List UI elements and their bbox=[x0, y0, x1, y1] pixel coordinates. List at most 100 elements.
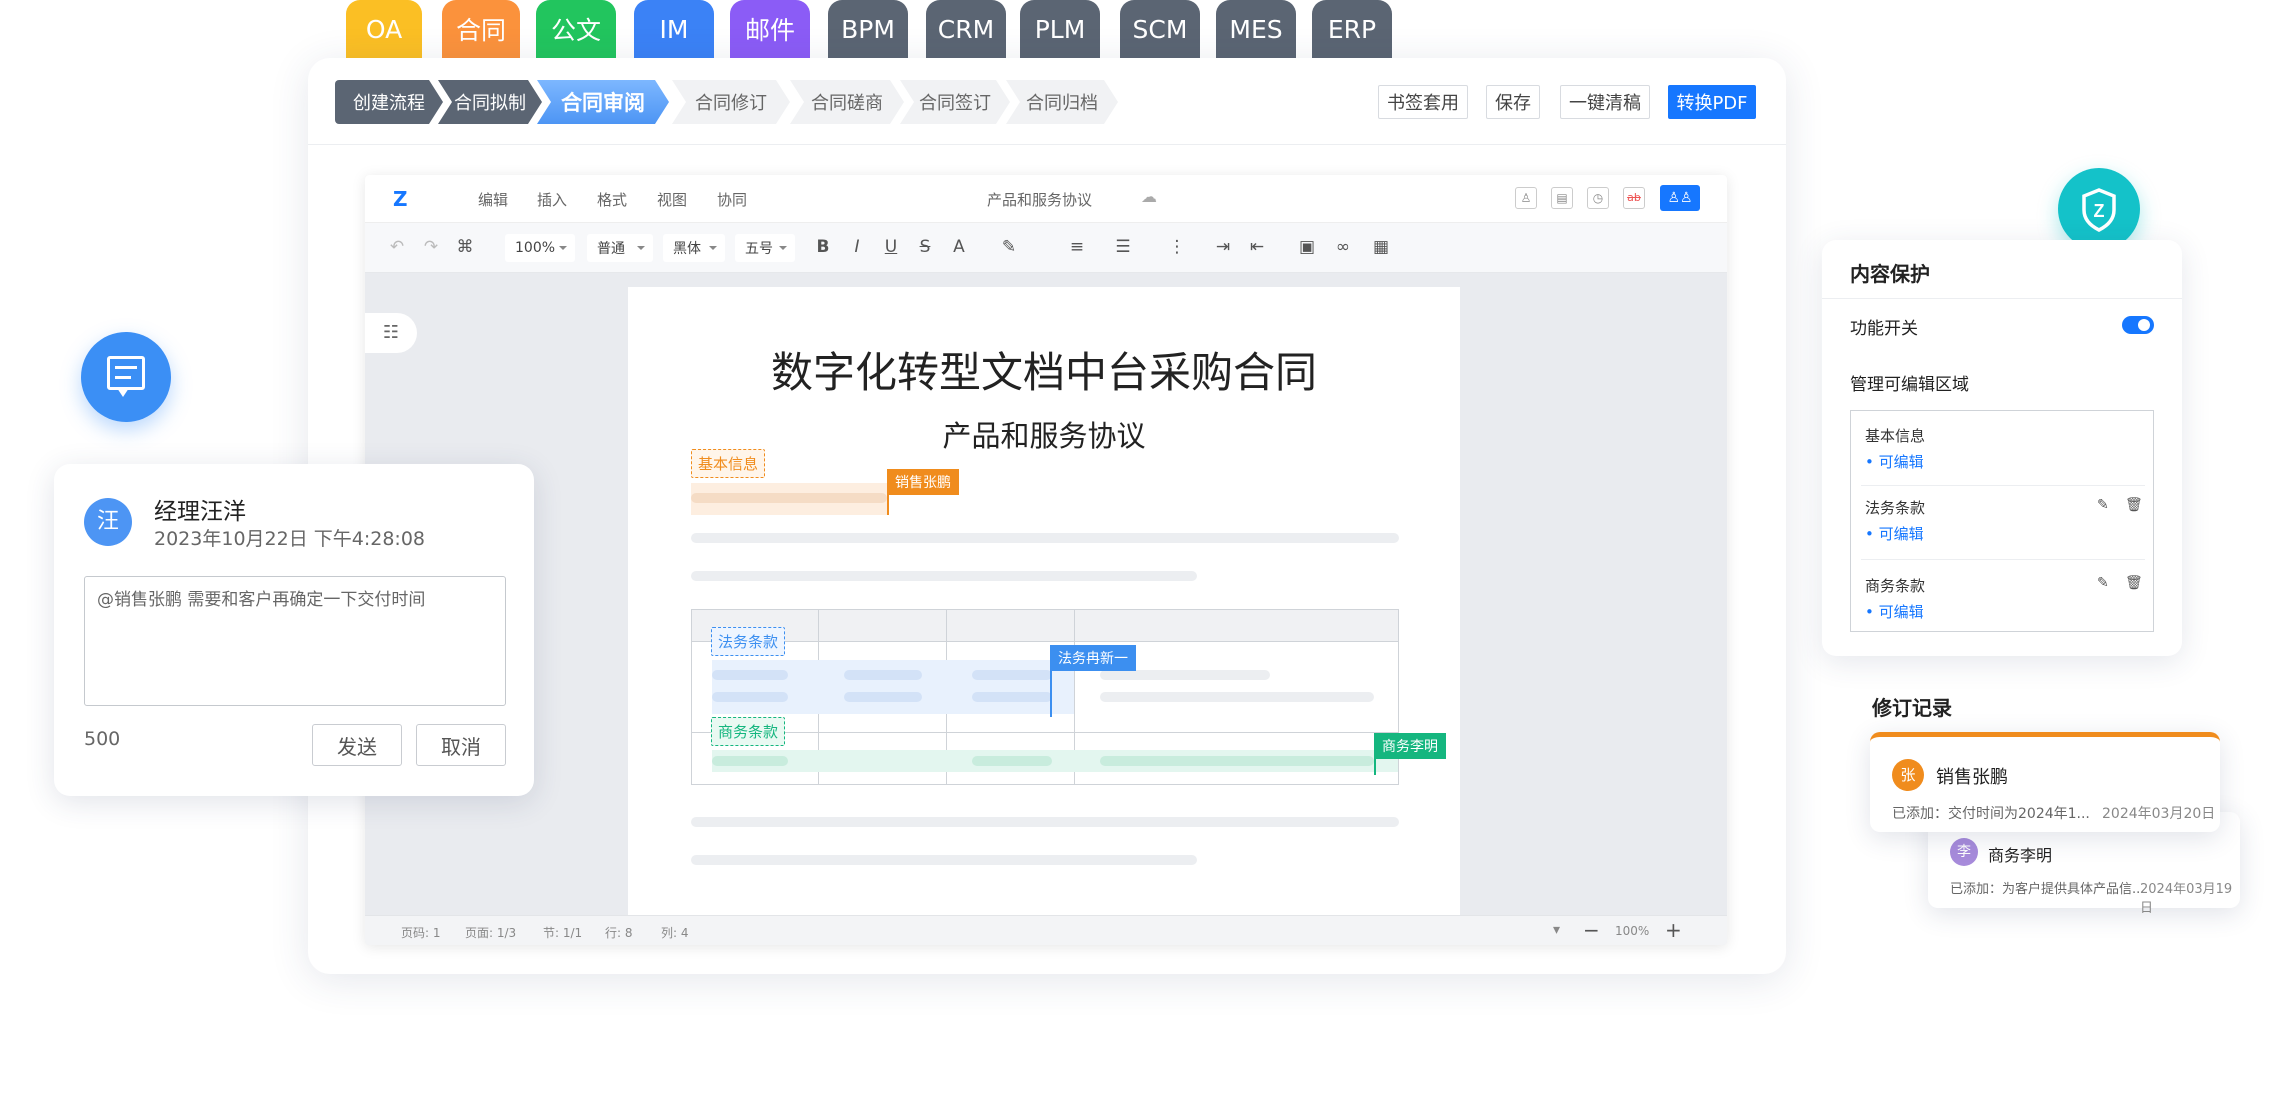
tag-legal[interactable]: 法务条款 bbox=[711, 627, 786, 656]
menu-view[interactable]: 视图 bbox=[657, 189, 687, 210]
cloud-icon: ☁ bbox=[1141, 187, 1157, 206]
tag-basic-info[interactable]: 基本信息 bbox=[691, 449, 766, 478]
text-line bbox=[691, 855, 1197, 865]
menu-format[interactable]: 格式 bbox=[597, 189, 627, 210]
menu-insert[interactable]: 插入 bbox=[537, 189, 567, 210]
app-tab-bpm[interactable]: BPM bbox=[828, 0, 908, 58]
app-tab-mes[interactable]: MES bbox=[1216, 0, 1296, 58]
align-icon[interactable]: ≡ bbox=[1065, 235, 1089, 259]
text-line bbox=[1100, 670, 1270, 680]
size-select[interactable]: 五号 bbox=[735, 234, 795, 262]
tag-business[interactable]: 商务条款 bbox=[711, 717, 786, 746]
edit-icon[interactable]: ✎ bbox=[2097, 575, 2109, 591]
app-tab-erp[interactable]: ERP bbox=[1312, 0, 1392, 58]
revision-card-sales[interactable]: 张 销售张鹏 已添加：交付时间为2024年1... 2024年03月20日 bbox=[1870, 732, 2220, 832]
text-line bbox=[712, 670, 788, 680]
list-item[interactable]: 商务条款 • 可编辑 ✎ 🗑 bbox=[1851, 559, 2153, 633]
region-status: • 可编辑 bbox=[1865, 525, 1924, 543]
step-draft[interactable]: 合同拟制 bbox=[438, 80, 542, 124]
table-icon[interactable]: ▦ bbox=[1369, 235, 1393, 259]
convert-pdf-button[interactable]: 转换PDF bbox=[1668, 85, 1756, 119]
zoom-in-icon[interactable]: + bbox=[1665, 918, 1682, 942]
indent-icon[interactable]: ⇥ bbox=[1211, 235, 1235, 259]
avatar: 张 bbox=[1892, 759, 1924, 791]
table-row-line bbox=[692, 732, 1398, 733]
menu-collab[interactable]: 协同 bbox=[717, 189, 747, 210]
step-create[interactable]: 创建流程 bbox=[335, 80, 443, 124]
font-select[interactable]: 黑体 bbox=[663, 234, 725, 262]
app-tab-im[interactable]: IM bbox=[634, 0, 714, 58]
step-sign[interactable]: 合同签订 bbox=[900, 80, 1010, 124]
outline-icon[interactable]: ☷ bbox=[365, 313, 417, 353]
delete-icon[interactable]: 🗑 bbox=[2125, 575, 2143, 591]
status-column: 列: 4 bbox=[661, 926, 689, 940]
revision-icon[interactable]: ab bbox=[1623, 187, 1645, 209]
app-tab-plm[interactable]: PLM bbox=[1020, 0, 1100, 58]
font-color-icon[interactable]: A bbox=[947, 235, 971, 259]
comment-bubble-icon[interactable] bbox=[81, 332, 171, 422]
bookmark-button[interactable]: 书签套用 bbox=[1378, 85, 1468, 119]
comment-char-counter: 500 bbox=[84, 728, 121, 750]
step-revise[interactable]: 合同修订 bbox=[672, 80, 790, 124]
history-icon[interactable]: ◷ bbox=[1587, 187, 1609, 209]
zoom-select[interactable]: 100% bbox=[505, 234, 575, 262]
italic-icon[interactable]: I bbox=[845, 235, 869, 259]
shield-icon: Z bbox=[2058, 168, 2140, 250]
user-icon[interactable]: ♙ bbox=[1515, 187, 1537, 209]
redo-icon[interactable]: ↷ bbox=[419, 235, 443, 259]
menu-edit[interactable]: 编辑 bbox=[478, 189, 508, 210]
comment-input[interactable]: @销售张鹏 需要和客户再确定一下交付时间 bbox=[84, 576, 506, 706]
text-line bbox=[712, 692, 788, 702]
step-archive[interactable]: 合同归档 bbox=[1006, 80, 1118, 124]
clean-draft-button[interactable]: 一键清稿 bbox=[1560, 85, 1650, 119]
bold-icon[interactable]: B bbox=[811, 235, 835, 259]
app-tab-contract[interactable]: 合同 bbox=[442, 0, 520, 58]
bullet-list-icon[interactable]: ☰ bbox=[1111, 235, 1135, 259]
status-page: 页面: 1/3 bbox=[465, 926, 517, 940]
text-line bbox=[691, 533, 1399, 543]
save-button[interactable]: 保存 bbox=[1486, 85, 1540, 119]
region-name: 法务条款 bbox=[1865, 499, 1926, 517]
send-button[interactable]: 发送 bbox=[312, 724, 402, 766]
collaborators-icon[interactable]: ♙♙ bbox=[1660, 185, 1700, 211]
cancel-button[interactable]: 取消 bbox=[416, 724, 506, 766]
step-negotiate[interactable]: 合同磋商 bbox=[790, 80, 904, 124]
text-line bbox=[1100, 692, 1374, 702]
list-item[interactable]: 基本信息 • 可编辑 bbox=[1851, 411, 2153, 485]
outdent-icon[interactable]: ⇤ bbox=[1245, 235, 1269, 259]
manage-label: 管理可编辑区域 bbox=[1850, 375, 1969, 395]
format-painter-icon[interactable]: ⌘ bbox=[453, 235, 477, 259]
app-tab-scm[interactable]: SCM bbox=[1120, 0, 1200, 58]
edit-icon[interactable]: ✎ bbox=[2097, 497, 2109, 513]
strikethrough-icon[interactable]: S bbox=[913, 235, 937, 259]
text-line bbox=[844, 692, 922, 702]
app-tab-mail[interactable]: 邮件 bbox=[730, 0, 810, 58]
numbered-list-icon[interactable]: ⋮ bbox=[1165, 235, 1189, 259]
editor-statusbar: 页码: 1 页面: 1/3 节: 1/1 行: 8 列: 4 ▾ − 100% … bbox=[365, 915, 1727, 945]
legal-highlight bbox=[712, 660, 1074, 714]
feature-toggle[interactable] bbox=[2122, 316, 2154, 334]
delete-icon[interactable]: 🗑 bbox=[2125, 497, 2143, 513]
image-icon[interactable]: ▣ bbox=[1295, 235, 1319, 259]
app-tab-crm[interactable]: CRM bbox=[926, 0, 1006, 58]
undo-icon[interactable]: ↶ bbox=[385, 235, 409, 259]
underline-icon[interactable]: U bbox=[879, 235, 903, 259]
document-page: 数字化转型文档中台采购合同 产品和服务协议 基本信息 销售张鹏 法务条款 法务冉… bbox=[628, 287, 1460, 927]
text-line bbox=[844, 670, 922, 680]
step-review[interactable]: 合同审阅 bbox=[537, 80, 669, 124]
text-line bbox=[1100, 756, 1374, 766]
zoom-dropdown-icon[interactable]: ▾ bbox=[1553, 922, 1560, 938]
text-line bbox=[972, 692, 1052, 702]
panel-divider bbox=[1822, 298, 2182, 299]
flag-legal: 法务冉新一 bbox=[1050, 645, 1136, 671]
header-divider bbox=[308, 144, 1786, 145]
list-item[interactable]: 法务条款 • 可编辑 ✎ 🗑 bbox=[1851, 485, 2153, 559]
comment-icon[interactable]: ▤ bbox=[1551, 187, 1573, 209]
app-tab-document[interactable]: 公文 bbox=[536, 0, 616, 58]
zoom-out-icon[interactable]: − bbox=[1583, 918, 1600, 942]
highlight-icon[interactable]: ✎ bbox=[997, 235, 1021, 259]
app-tab-oa[interactable]: OA bbox=[346, 0, 422, 58]
style-select[interactable]: 普通 bbox=[587, 234, 653, 262]
link-icon[interactable]: ∞ bbox=[1331, 235, 1355, 259]
avatar: 李 bbox=[1950, 838, 1978, 866]
